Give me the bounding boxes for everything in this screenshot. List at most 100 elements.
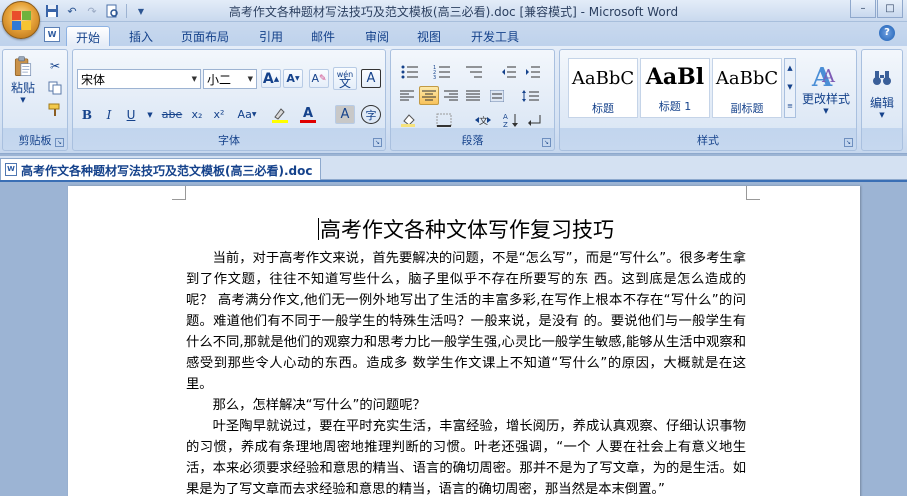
tab-page-layout[interactable]: 页面布局 bbox=[172, 26, 238, 46]
word-doc-icon[interactable]: W bbox=[44, 27, 60, 42]
tab-references[interactable]: 引用 bbox=[250, 26, 292, 46]
bold-button[interactable]: B bbox=[77, 105, 97, 124]
font-size-combo[interactable]: 小二 ▼ bbox=[203, 69, 257, 89]
decrease-indent-icon[interactable] bbox=[499, 62, 519, 81]
chevron-down-icon: ▼ bbox=[247, 75, 253, 83]
office-logo-icon bbox=[12, 11, 32, 31]
chinese-layout-icon[interactable]: 文 bbox=[471, 110, 495, 129]
style-heading-1[interactable]: AaBl 标题 1 bbox=[640, 58, 710, 118]
phonetic-guide-char: 文 bbox=[338, 75, 351, 90]
bullets-icon[interactable] bbox=[397, 62, 423, 81]
show-marks-icon[interactable] bbox=[525, 110, 545, 129]
cut-icon[interactable]: ✂ bbox=[45, 56, 65, 75]
minimize-button[interactable]: – bbox=[850, 0, 876, 18]
chevron-down-icon[interactable]: ▼ bbox=[140, 105, 160, 124]
svg-text:3: 3 bbox=[433, 75, 436, 79]
subscript-button[interactable]: x₂ bbox=[187, 105, 207, 124]
dialog-launcher-icon[interactable]: ↘ bbox=[55, 138, 64, 147]
document-heading[interactable]: 高考作文各种文体写作复习技巧 bbox=[186, 214, 746, 244]
tab-mailings[interactable]: 邮件 bbox=[302, 26, 344, 46]
change-styles-button[interactable]: A A 更改样式 ▼ bbox=[798, 56, 854, 118]
binoculars-icon bbox=[873, 70, 891, 85]
change-styles-icon: A A bbox=[811, 63, 836, 90]
paste-button[interactable]: 粘贴 ▼ bbox=[7, 56, 39, 104]
ribbon-tabs: 开始 插入 页面布局 引用 邮件 审阅 视图 开发工具 bbox=[0, 22, 907, 46]
paste-icon bbox=[14, 56, 32, 76]
multilevel-list-icon[interactable] bbox=[461, 62, 487, 81]
style-gallery-scroll[interactable]: ▲ ▼ ≡ bbox=[784, 58, 796, 118]
justify-icon[interactable] bbox=[463, 86, 483, 105]
format-painter-icon[interactable] bbox=[45, 100, 65, 119]
distributed-icon[interactable] bbox=[487, 86, 507, 105]
tab-view[interactable]: 视图 bbox=[408, 26, 450, 46]
style-caption: 标题 bbox=[592, 102, 614, 115]
document-tab-bar: W 高考作文各种题材写法技巧及范文模板(高三必看).doc bbox=[0, 156, 907, 180]
tab-review[interactable]: 审阅 bbox=[356, 26, 398, 46]
copy-icon[interactable] bbox=[45, 78, 65, 97]
shrink-font-button[interactable]: A ▼ bbox=[283, 69, 303, 88]
editing-label: 编辑 bbox=[869, 95, 894, 110]
character-shading-button[interactable]: A bbox=[335, 105, 355, 124]
document-page[interactable]: 高考作文各种文体写作复习技巧 当前，对于高考作文来说，首先要解决的问题，不是“怎… bbox=[68, 186, 860, 496]
help-icon[interactable]: ? bbox=[879, 25, 895, 41]
numbering-icon[interactable]: 123 bbox=[429, 62, 455, 81]
paste-label: 粘贴 bbox=[10, 81, 35, 95]
highlight-icon[interactable] bbox=[267, 105, 293, 124]
grow-font-button[interactable]: A ▲ bbox=[261, 69, 281, 88]
margin-corner-mark bbox=[746, 186, 760, 200]
maximize-button[interactable]: □ bbox=[877, 0, 903, 18]
change-case-label: Aa bbox=[237, 108, 252, 121]
paragraph[interactable]: 当前，对于高考作文来说，首先要解决的问题，不是“怎么写”，而是“写什么”。很多考… bbox=[186, 248, 746, 395]
sort-icon[interactable]: AZ bbox=[501, 110, 521, 129]
clipboard-group: 粘贴 ▼ ✂ 剪贴板 ↘ bbox=[2, 49, 68, 151]
align-right-icon[interactable] bbox=[441, 86, 461, 105]
tab-home[interactable]: 开始 bbox=[66, 26, 111, 46]
paragraph-group-label: 段落 bbox=[461, 134, 484, 147]
window-title: 高考作文各种题材写法技巧及范文模板(高三必看).doc [兼容模式] - Mic… bbox=[228, 5, 679, 19]
style-sample: AaBl bbox=[645, 64, 705, 90]
document-area[interactable]: 高考作文各种文体写作复习技巧 当前，对于高考作文来说，首先要解决的问题，不是“怎… bbox=[0, 182, 907, 496]
shading-icon[interactable] bbox=[397, 110, 423, 129]
change-styles-label: 更改样式 bbox=[801, 91, 850, 106]
clear-format-button[interactable]: A ✎ bbox=[309, 69, 329, 88]
chevron-down-icon: ▼ bbox=[20, 96, 26, 104]
change-case-button[interactable]: Aa ▼ bbox=[233, 105, 261, 124]
style-caption: 标题 1 bbox=[658, 100, 692, 113]
align-left-icon[interactable] bbox=[397, 86, 417, 105]
font-color-button[interactable]: A bbox=[295, 105, 321, 124]
style-subtitle[interactable]: AaBbC 副标题 bbox=[712, 58, 782, 118]
underline-button[interactable]: U bbox=[121, 105, 141, 124]
document-tab[interactable]: W 高考作文各种题材写法技巧及范文模板(高三必看).doc bbox=[0, 158, 322, 180]
borders-icon[interactable] bbox=[431, 110, 457, 129]
italic-button[interactable]: I bbox=[99, 105, 119, 124]
tab-insert[interactable]: 插入 bbox=[120, 26, 162, 46]
font-name-combo[interactable]: 宋体 ▼ bbox=[77, 69, 201, 89]
paragraph[interactable]: 那么，怎样解决“写什么”的问题呢？ bbox=[186, 395, 746, 416]
phonetic-guide-button[interactable]: wén 文 bbox=[333, 67, 357, 90]
style-title[interactable]: AaBbC 标题 bbox=[568, 58, 638, 118]
dialog-launcher-icon[interactable]: ↘ bbox=[542, 138, 551, 147]
tab-developer[interactable]: 开发工具 bbox=[462, 26, 528, 46]
shrink-font-label: A bbox=[286, 72, 295, 85]
superscript-button[interactable]: x² bbox=[209, 105, 229, 124]
styles-group-label: 样式 bbox=[697, 134, 719, 147]
align-center-icon[interactable] bbox=[419, 86, 439, 105]
increase-indent-icon[interactable] bbox=[523, 62, 543, 81]
chevron-down-icon: ▼ bbox=[191, 75, 197, 83]
paragraph[interactable]: 叶圣陶早就说过，要在平时充实生活，丰富经验，增长阅历，养成认真观察、仔细认识事物… bbox=[186, 416, 746, 496]
line-spacing-icon[interactable] bbox=[517, 86, 545, 105]
editing-button[interactable]: 编辑 ▼ bbox=[864, 58, 900, 128]
dialog-launcher-icon[interactable]: ↘ bbox=[373, 138, 382, 147]
chevron-down-icon: ▼ bbox=[823, 106, 829, 115]
enclose-characters-button[interactable]: 字 bbox=[361, 105, 381, 124]
document-body[interactable]: 当前，对于高考作文来说，首先要解决的问题，不是“怎么写”，而是“写什么”。很多考… bbox=[186, 248, 746, 496]
font-group: 宋体 ▼ 小二 ▼ A ▲ A ▼ A ✎ wén 文 A B I U ▼ abe x… bbox=[72, 49, 386, 151]
document-icon: W bbox=[5, 163, 17, 176]
dialog-launcher-icon[interactable]: ↘ bbox=[844, 138, 853, 147]
office-button[interactable] bbox=[2, 1, 40, 39]
strikethrough-button[interactable]: abe bbox=[159, 105, 185, 124]
character-border-button[interactable]: A bbox=[361, 69, 381, 88]
style-sample: AaBbC bbox=[715, 68, 779, 89]
font-name-value: 宋体 bbox=[81, 73, 106, 87]
style-sample: AaBbC bbox=[571, 68, 635, 89]
